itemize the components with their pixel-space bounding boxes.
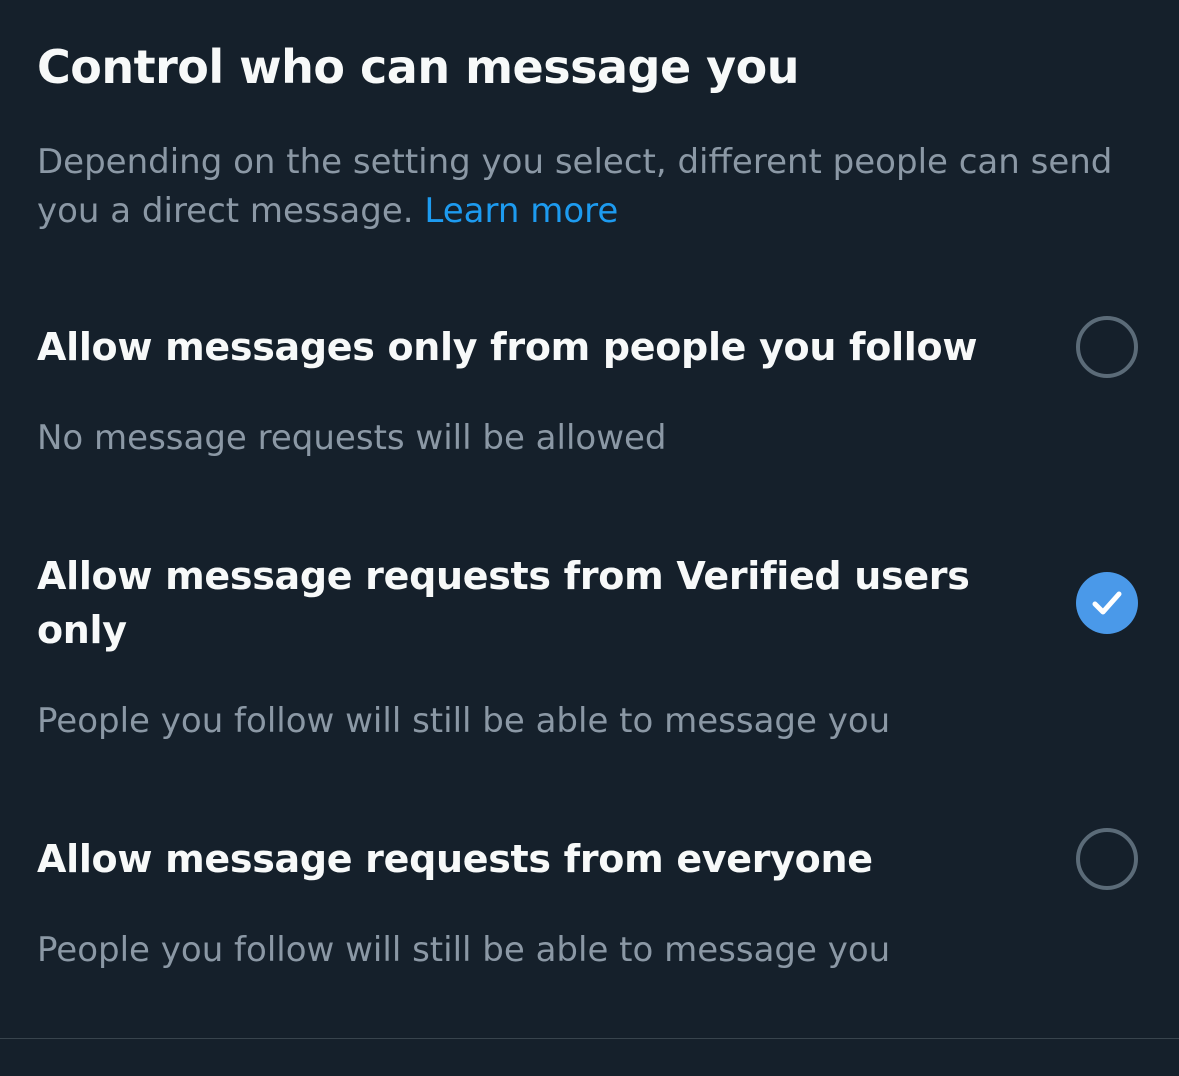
dm-settings-page: Control who can message you Depending on… bbox=[0, 0, 1179, 1076]
bottom-divider bbox=[0, 1038, 1179, 1039]
option-verified-only-sublabel: People you follow will still be able to … bbox=[37, 701, 891, 741]
checkmark-icon bbox=[1092, 591, 1122, 615]
option-verified-only-radio[interactable] bbox=[1076, 572, 1138, 634]
option-everyone-label[interactable]: Allow message requests from everyone bbox=[37, 832, 1037, 886]
option-following-only-sublabel: No message requests will be allowed bbox=[37, 418, 667, 458]
settings-description: Depending on the setting you select, dif… bbox=[37, 138, 1137, 236]
option-following-only-label[interactable]: Allow messages only from people you foll… bbox=[37, 320, 1037, 374]
option-verified-only-label[interactable]: Allow message requests from Verified use… bbox=[37, 549, 1017, 657]
page-title: Control who can message you bbox=[37, 40, 800, 94]
option-everyone-radio[interactable] bbox=[1076, 828, 1138, 890]
option-following-only-radio[interactable] bbox=[1076, 316, 1138, 378]
learn-more-link[interactable]: Learn more bbox=[424, 191, 618, 231]
option-everyone-sublabel: People you follow will still be able to … bbox=[37, 930, 891, 970]
